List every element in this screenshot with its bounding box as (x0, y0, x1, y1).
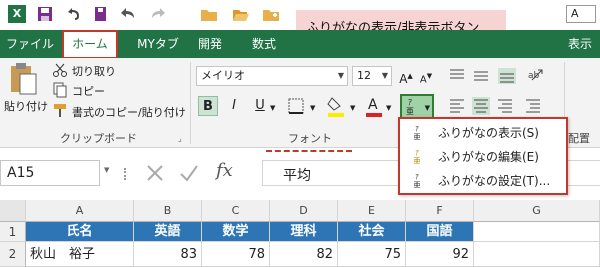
save-icon[interactable] (36, 5, 54, 23)
font-color-icon[interactable]: A (364, 94, 384, 118)
increase-font-icon[interactable]: A▲ (396, 66, 416, 86)
select-all-corner[interactable] (0, 200, 26, 222)
font-size-select[interactable]: 12 ▼ (352, 66, 392, 86)
copy-button[interactable]: コピー (72, 83, 105, 99)
font-name-select[interactable]: メイリオ ▼ (196, 66, 348, 86)
bold-button[interactable]: B (198, 96, 218, 116)
decrease-font-icon[interactable]: A▼ (416, 66, 436, 86)
chevron-down-icon[interactable]: ▼ (104, 166, 109, 174)
font-name-value: メイリオ (201, 69, 245, 82)
new-folder-icon[interactable] (262, 5, 280, 23)
redo-arrow-icon[interactable] (150, 5, 168, 23)
menu-item-show-furigana[interactable]: ｱ亜 ふりがなの表示(S) (400, 121, 566, 145)
furigana-edit-icon: ｱ亜 (413, 149, 421, 165)
chevron-down-icon: ▼ (424, 104, 430, 112)
table-cell[interactable]: 92 (406, 242, 474, 267)
group-separator (190, 62, 191, 144)
fill-color-icon[interactable] (326, 94, 348, 118)
table-cell[interactable]: 氏名 (26, 222, 134, 242)
svg-text:ab: ab (528, 71, 540, 81)
chevron-down-icon[interactable]: ▼ (386, 104, 391, 112)
furigana-icon: ｱ亜 (406, 98, 414, 116)
menu-item-label: ふりがなの設定(T)... (438, 174, 551, 188)
column-header[interactable]: A (26, 200, 134, 222)
table-cell[interactable]: 国語 (406, 222, 474, 242)
table-cell[interactable]: 英語 (134, 222, 202, 242)
format-painter-icon (54, 104, 66, 117)
chevron-down-icon[interactable]: ▼ (310, 104, 315, 112)
chevron-down-icon: ▼ (381, 71, 388, 80)
menu-item-edit-furigana[interactable]: ｱ亜 ふりがなの編集(E) (400, 145, 566, 169)
table-cell[interactable]: 秋山 裕子 (26, 242, 134, 267)
column-header[interactable]: G (474, 200, 600, 222)
font-size-value: 12 (357, 69, 371, 82)
name-box[interactable]: A15 (0, 160, 100, 186)
column-header[interactable]: E (338, 200, 406, 222)
font-group-label: フォント (288, 132, 332, 145)
furigana-dropdown-menu: ｱ亜 ふりがなの表示(S) ｱ亜 ふりがなの編集(E) ｱ亜 ふりがなの設定(T… (398, 117, 568, 195)
spreadsheet-grid: A B C D E F G 1 氏名 英語 数学 理科 社会 国語 2 秋山 裕… (0, 194, 600, 267)
table-cell[interactable] (474, 242, 600, 267)
border-icon[interactable] (286, 96, 308, 116)
menu-item-label: ふりがなの表示(S) (438, 126, 539, 140)
table-cell[interactable]: 理科 (270, 222, 338, 242)
row-header[interactable]: 1 (0, 222, 26, 242)
splitter[interactable] (124, 168, 126, 180)
open-folder-icon[interactable] (232, 5, 250, 23)
menu-item-label: ふりがなの編集(E) (438, 150, 539, 164)
table-cell[interactable]: 社会 (338, 222, 406, 242)
formula-value: 平均 (283, 168, 311, 184)
italic-button[interactable]: I (224, 96, 244, 116)
tab-view[interactable]: 表示 (560, 30, 600, 58)
alignment-group-label: 配置 (568, 132, 590, 145)
tab-home[interactable]: ホーム (62, 30, 118, 59)
ribbon-tab-bar: ファイル ホーム MYタブ 開発 数式 表示 (0, 30, 600, 59)
svg-text:A: A (368, 97, 378, 113)
column-header[interactable]: F (406, 200, 474, 222)
table-cell[interactable]: 75 (338, 242, 406, 267)
save-as-icon[interactable] (92, 5, 110, 23)
underline-button[interactable]: U (250, 96, 270, 116)
table-cell[interactable]: 数学 (202, 222, 270, 242)
paste-icon[interactable] (8, 62, 38, 96)
tab-formulas[interactable]: 数式 (240, 30, 288, 58)
insert-function-icon[interactable]: fx (216, 160, 233, 181)
table-cell[interactable] (474, 222, 600, 242)
tab-my[interactable]: MYタブ (128, 30, 188, 58)
chevron-down-icon[interactable]: ▼ (350, 104, 355, 112)
menu-item-furigana-settings[interactable]: ｱ亜 ふりがなの設定(T)... (400, 169, 566, 193)
tab-developer[interactable]: 開発 (190, 30, 230, 58)
dialog-launcher-icon[interactable]: ⌟ (178, 134, 182, 143)
window-control-icon[interactable]: A (566, 5, 596, 23)
undo-arrow-icon[interactable] (118, 5, 136, 23)
horizontal-align-icons[interactable] (448, 96, 558, 116)
vertical-align-icons[interactable]: ab (448, 66, 558, 86)
chevron-down-icon: ▼ (337, 71, 344, 80)
table-cell[interactable]: 78 (202, 242, 270, 267)
column-header[interactable]: C (202, 200, 270, 222)
enter-check-icon[interactable] (178, 162, 200, 184)
cancel-icon[interactable] (144, 162, 166, 184)
column-header[interactable]: D (270, 200, 338, 222)
paste-button[interactable]: 貼り付け (4, 98, 48, 114)
cut-button[interactable]: 切り取り (72, 63, 116, 79)
furigana-show-icon: ｱ亜 (413, 125, 421, 141)
clipboard-group-label: クリップボード (60, 132, 137, 145)
furigana-settings-icon: ｱ亜 (413, 173, 421, 189)
undo-icon[interactable] (64, 5, 82, 23)
copy-icon (53, 82, 67, 98)
chevron-down-icon[interactable]: ▼ (270, 104, 275, 112)
table-cell[interactable]: 83 (134, 242, 202, 267)
row-header[interactable]: 2 (0, 242, 26, 267)
excel-logo-icon: X (8, 5, 26, 23)
table-cell[interactable]: 82 (270, 242, 338, 267)
tab-file[interactable]: ファイル (4, 30, 56, 58)
format-painter-button[interactable]: 書式のコピー/貼り付け (72, 104, 186, 120)
column-header[interactable]: B (134, 200, 202, 222)
scissors-icon (53, 63, 67, 77)
folder-icon[interactable] (200, 5, 218, 23)
